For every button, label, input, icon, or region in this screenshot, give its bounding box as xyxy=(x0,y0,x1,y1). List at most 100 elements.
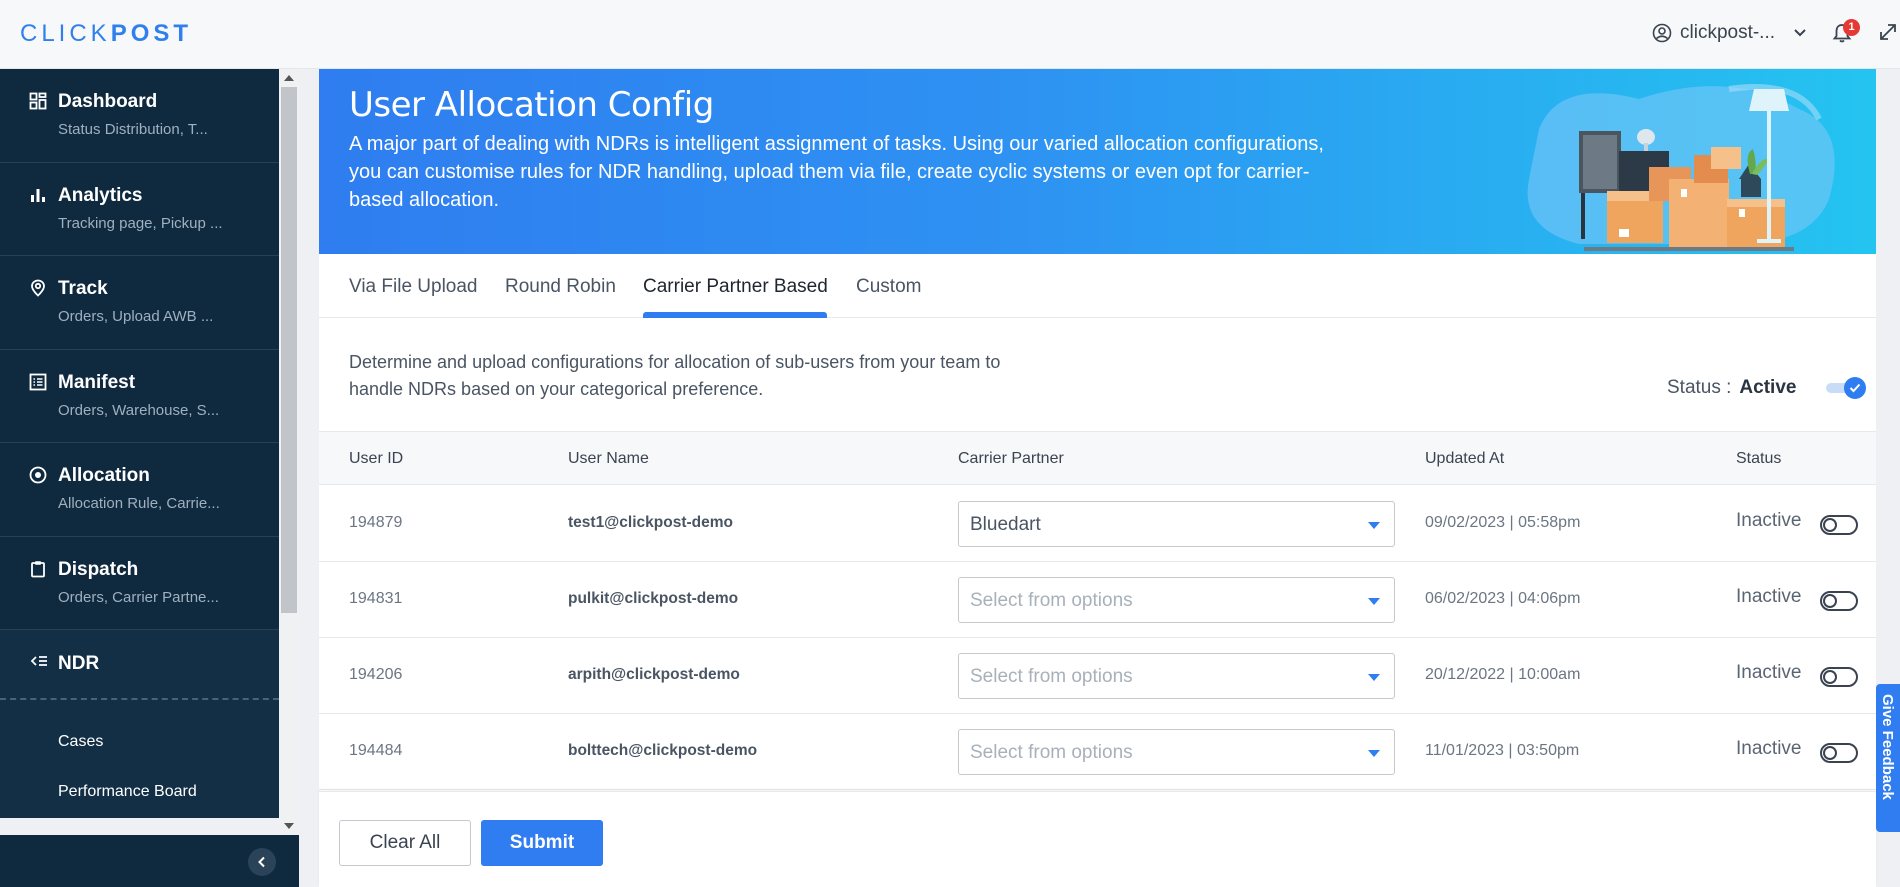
page-title: User Allocation Config xyxy=(349,85,714,125)
row-status-label: Inactive xyxy=(1736,738,1802,759)
user-circle-icon xyxy=(1652,23,1672,43)
sidebar-footer xyxy=(0,835,299,887)
sidebar-subitem-cases[interactable]: Cases xyxy=(0,722,279,772)
status-toggle[interactable] xyxy=(1826,377,1868,399)
row-status-toggle[interactable] xyxy=(1820,667,1858,687)
toggle-knob xyxy=(1823,670,1837,684)
config-banner: User Allocation Config A major part of d… xyxy=(319,69,1876,254)
user-name-cell: pulkit@clickpost-demo xyxy=(568,590,739,607)
sidebar-item-dashboard[interactable]: Dashboard Status Distribution, T... xyxy=(0,69,279,163)
caret-down-icon xyxy=(1368,674,1380,681)
top-bar: CLICKPOST clickpost-... 1 xyxy=(0,0,1900,69)
section-description: Determine and upload configurations for … xyxy=(349,352,1001,399)
user-menu[interactable]: clickpost-... xyxy=(1652,22,1807,44)
toggle-knob xyxy=(1823,518,1837,532)
sidebar: Dashboard Status Distribution, T... Anal… xyxy=(0,69,279,818)
sidebar-scrollbar[interactable] xyxy=(279,69,299,835)
row-status-label: Inactive xyxy=(1736,510,1802,531)
manifest-icon xyxy=(29,373,47,390)
give-feedback-tab[interactable]: Give Feedback xyxy=(1876,684,1900,832)
logo-text-left: CLICK xyxy=(20,20,111,47)
updated-at-cell: 20/12/2022 | 10:00am xyxy=(1425,666,1581,683)
clickpost-logo[interactable]: CLICKPOST xyxy=(20,20,192,48)
sidebar-item-dispatch[interactable]: Dispatch Orders, Carrier Partne... xyxy=(0,537,279,630)
allocation-tabs: Via File Upload Round Robin Carrier Part… xyxy=(319,254,1876,318)
select-value: Bluedart xyxy=(970,514,1041,535)
user-id-cell: 194879 xyxy=(349,514,403,531)
sidebar-item-subtitle: Orders, Upload AWB ... xyxy=(58,308,214,325)
column-header-updated-at: Updated At xyxy=(1425,450,1505,467)
banner-description: A major part of dealing with NDRs is int… xyxy=(349,133,1324,211)
sidebar-item-title: Manifest xyxy=(58,371,136,393)
sidebar-subitem-performance-board[interactable]: Performance Board xyxy=(0,772,279,818)
updated-at-cell: 06/02/2023 | 04:06pm xyxy=(1425,590,1581,607)
sidebar-item-analytics[interactable]: Analytics Tracking page, Pickup ... xyxy=(0,163,279,256)
sidebar-item-track[interactable]: Track Orders, Upload AWB ... xyxy=(0,256,279,350)
sidebar-item-title: Dispatch xyxy=(58,558,139,580)
location-pin-icon xyxy=(31,279,45,297)
global-status: Status : Active xyxy=(1667,377,1868,399)
tab-via-file-upload[interactable]: Via File Upload xyxy=(349,276,478,298)
row-status-toggle[interactable] xyxy=(1820,515,1858,535)
carrier-partner-select[interactable]: Bluedart xyxy=(958,501,1395,547)
sidebar-item-title: Allocation xyxy=(58,465,150,486)
sidebar-item-ndr[interactable]: NDR xyxy=(0,630,279,700)
column-header-status: Status xyxy=(1736,450,1782,467)
notification-bell[interactable]: 1 xyxy=(1832,19,1860,49)
clear-all-button[interactable]: Clear All xyxy=(339,820,471,866)
submit-button[interactable]: Submit xyxy=(481,820,603,866)
updated-at-cell: 11/01/2023 | 03:50pm xyxy=(1425,742,1580,759)
table-header: User ID User Name Carrier Partner Update… xyxy=(319,431,1876,485)
caret-down-icon xyxy=(1368,750,1380,757)
analytics-icon xyxy=(31,188,45,202)
select-placeholder: Select from options xyxy=(970,742,1133,763)
ndr-list-icon xyxy=(30,656,47,666)
notification-badge: 1 xyxy=(1843,19,1860,36)
table-row: 194879 test1@clickpost-demo Bluedart 09/… xyxy=(319,486,1876,562)
carrier-partner-select[interactable]: Select from options xyxy=(958,729,1395,775)
tab-round-robin[interactable]: Round Robin xyxy=(505,276,616,298)
chevron-left-icon xyxy=(258,856,265,868)
sidebar-item-title: Analytics xyxy=(58,184,143,206)
sidebar-item-subtitle: Tracking page, Pickup ... xyxy=(58,214,223,232)
carrier-partner-select[interactable]: Select from options xyxy=(958,577,1395,623)
row-status-label: Inactive xyxy=(1736,662,1802,683)
scrollbar-thumb[interactable] xyxy=(281,87,297,613)
user-id-cell: 194206 xyxy=(349,666,403,683)
caret-down-icon xyxy=(1368,598,1380,605)
user-name-cell: arpith@clickpost-demo xyxy=(568,666,740,683)
scroll-down-arrow[interactable] xyxy=(284,823,294,829)
row-status-toggle[interactable] xyxy=(1820,591,1858,611)
scroll-up-arrow[interactable] xyxy=(284,75,294,81)
user-id-cell: 194484 xyxy=(349,742,403,759)
sidebar-item-allocation[interactable]: Allocation Allocation Rule, Carrie... xyxy=(0,443,279,537)
sidebar-item-subtitle: Orders, Warehouse, S... xyxy=(58,401,220,419)
expand-icon xyxy=(1880,24,1896,40)
sidebar-item-title: NDR xyxy=(58,653,100,674)
sidebar-item-subtitle: Orders, Carrier Partne... xyxy=(58,588,219,606)
chevron-down-icon xyxy=(1794,29,1806,37)
clipboard-icon xyxy=(31,560,45,577)
table-row: 194206 arpith@clickpost-demo Select from… xyxy=(319,638,1876,714)
column-header-carrier-partner: Carrier Partner xyxy=(958,450,1064,467)
toggle-knob xyxy=(1844,377,1867,399)
row-status-toggle[interactable] xyxy=(1820,743,1858,763)
sidebar-item-manifest[interactable]: Manifest Orders, Warehouse, S... xyxy=(0,350,279,443)
collapse-sidebar-button[interactable] xyxy=(248,848,276,876)
user-name-cell: test1@clickpost-demo xyxy=(568,514,733,531)
table-row: 194831 pulkit@clickpost-demo Select from… xyxy=(319,562,1876,638)
fullscreen-button[interactable] xyxy=(1878,22,1898,47)
status-value: Active xyxy=(1739,377,1797,398)
active-tab-indicator xyxy=(643,312,827,318)
tab-custom[interactable]: Custom xyxy=(856,276,921,298)
carrier-partner-select[interactable]: Select from options xyxy=(958,653,1395,699)
feedback-label: Give Feedback xyxy=(1879,694,1896,800)
logo-text-right: POST xyxy=(110,20,193,47)
user-name-cell: bolttech@clickpost-demo xyxy=(568,742,758,759)
tab-carrier-partner-based[interactable]: Carrier Partner Based xyxy=(643,276,828,298)
sidebar-item-title: Dashboard xyxy=(58,91,158,112)
username: clickpost-... xyxy=(1680,22,1776,43)
select-placeholder: Select from options xyxy=(970,590,1133,611)
status-label: Status : xyxy=(1667,377,1732,398)
updated-at-cell: 09/02/2023 | 05:58pm xyxy=(1425,514,1581,531)
